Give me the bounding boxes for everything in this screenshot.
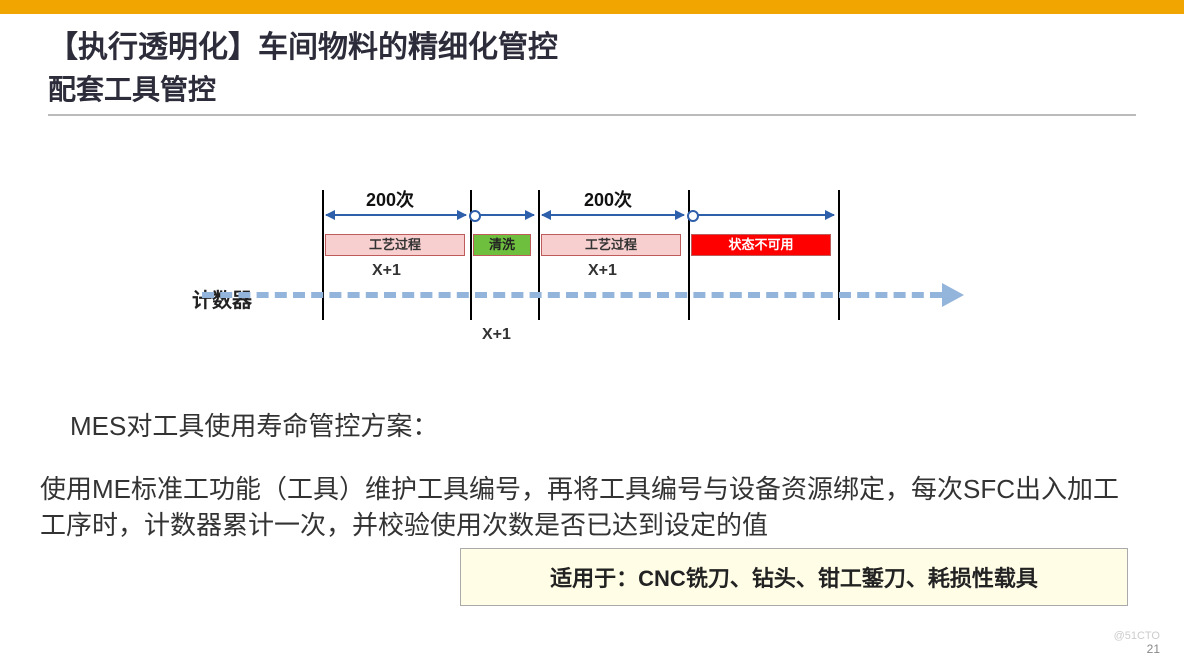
dashed-line — [202, 292, 942, 298]
arrow-head-icon — [942, 283, 964, 307]
span-arrow — [326, 214, 466, 216]
top-accent-bar — [0, 0, 1184, 14]
span-arrow-open — [692, 214, 834, 216]
watermark: @51CTO — [1114, 630, 1160, 642]
segment-process: 工艺过程 — [541, 234, 681, 256]
title-main-text: 车间物料的精细化管控 — [258, 31, 558, 64]
header-divider — [48, 114, 1136, 116]
slide-subtitle: 配套工具管控 — [48, 68, 1136, 108]
slide-header: 【执行透明化】车间物料的精细化管控 配套工具管控 — [0, 14, 1184, 108]
segment-wash: 清洗 — [473, 234, 531, 256]
page-number: 21 — [1147, 642, 1160, 656]
counter-increment-label: X+1 — [482, 326, 511, 344]
span2-count-label: 200次 — [584, 186, 632, 212]
span1-count-label: 200次 — [366, 186, 414, 212]
span-arrow-small — [474, 214, 534, 216]
title-prefix: 【执行透明化】 — [48, 31, 258, 64]
counter-increment-label: X+1 — [372, 262, 401, 280]
counter-increment-label: X+1 — [588, 262, 617, 280]
segment-unavailable: 状态不可用 — [691, 234, 831, 256]
slide-title: 【执行透明化】车间物料的精细化管控 — [48, 22, 1136, 66]
counter-timeline-arrow — [202, 290, 962, 300]
segment-process: 工艺过程 — [325, 234, 465, 256]
body-paragraph: 使用ME标准工功能（工具）维护工具编号，再将工具编号与设备资源绑定，每次SFC出… — [40, 471, 1144, 544]
tool-life-diagram: 计数器 200次 200次 工艺过程 清洗 工艺过程 状态不可用 X+1 X+1… — [212, 176, 972, 376]
body-heading: MES对工具使用寿命管控方案： — [70, 406, 1124, 443]
span-arrow — [542, 214, 684, 216]
timeline: 200次 200次 工艺过程 清洗 工艺过程 状态不可用 X+1 X+1 X+1 — [322, 186, 962, 346]
timeline-divider — [838, 190, 840, 320]
segment-row: 工艺过程 清洗 工艺过程 状态不可用 — [322, 234, 831, 256]
applicability-callout: 适用于：CNC铣刀、钻头、钳工錾刀、耗损性载具 — [460, 548, 1128, 606]
